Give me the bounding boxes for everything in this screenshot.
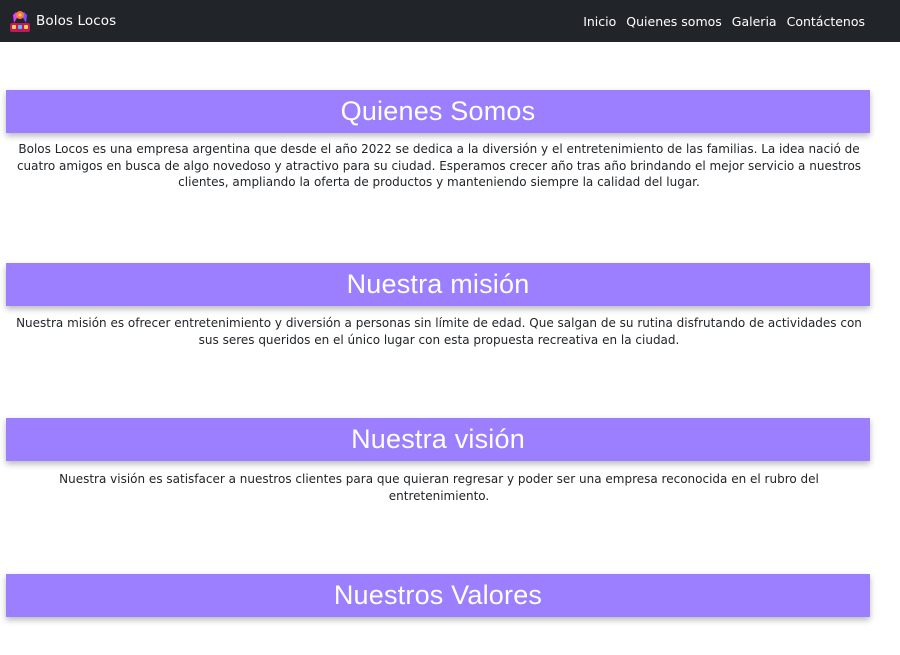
section-banner: Nuestros Valores — [6, 574, 870, 617]
brand-name: Bolos Locos — [36, 13, 117, 29]
section-text: Nuestra visión es satisfacer a nuestros … — [59, 472, 819, 503]
nav-links: Inicio Quienes somos Galeria Contáctenos — [573, 0, 865, 42]
brand-link[interactable]: Bolos Locos — [9, 9, 116, 33]
nav-link-contactenos[interactable]: Contáctenos — [787, 14, 865, 29]
section-title: Nuestros Valores — [333, 580, 543, 610]
nav-link-inicio[interactable]: Inicio — [583, 14, 616, 29]
section-banner: Nuestra misión — [6, 263, 870, 306]
nav-link-galeria[interactable]: Galeria — [732, 14, 777, 29]
nav-link-quienes-somos[interactable]: Quienes somos — [626, 14, 722, 29]
top-navbar: Bolos Locos Inicio Quienes somos Galeria… — [0, 0, 900, 42]
section-text: Bolos Locos es una empresa argentina que… — [16, 142, 862, 189]
section-banner: Nuestra visión — [6, 418, 870, 461]
section-title: Nuestra misión — [346, 269, 530, 299]
section-text: Nuestra misión es ofrecer entretenimient… — [16, 316, 862, 347]
section-title: Nuestra visión — [351, 424, 525, 454]
section-title: Quienes Somos — [340, 96, 536, 126]
section-banner: Quienes Somos — [6, 90, 870, 133]
bowling-logo-icon — [10, 11, 30, 32]
